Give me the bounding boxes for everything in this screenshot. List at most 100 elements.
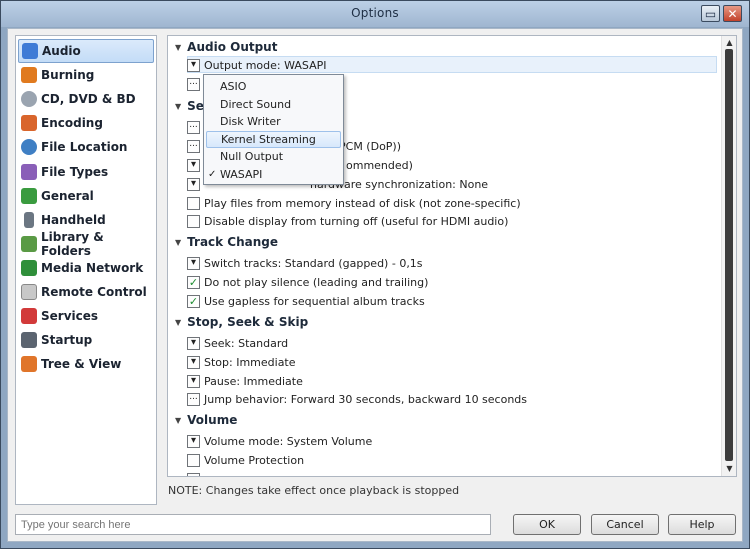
checkbox-unchecked-icon[interactable] <box>187 214 200 228</box>
menu-item-disk-writer[interactable]: Disk Writer <box>204 113 343 131</box>
row-label: Switch tracks: Standard (gapped) - 0,1s <box>204 256 423 270</box>
ellipsis-button-icon[interactable] <box>187 139 200 153</box>
section-title: Track Change <box>187 235 279 249</box>
sidebar-item-label: Media Network <box>41 260 144 275</box>
no-silence-row[interactable]: ✓ Do not play silence (leading and traili… <box>187 273 428 291</box>
checkbox-unchecked-icon[interactable] <box>187 472 200 476</box>
sidebar-item-tree-view[interactable]: Tree & View <box>18 352 154 376</box>
collapse-triangle-icon: ▼ <box>175 101 182 111</box>
tree-icon <box>21 356 37 373</box>
file-types-icon <box>21 163 37 180</box>
ellipsis-button-icon[interactable] <box>187 120 200 134</box>
library-icon <box>21 235 37 252</box>
checkbox-unchecked-icon[interactable] <box>187 453 200 467</box>
audio-icon <box>22 43 38 60</box>
remote-icon <box>21 283 37 300</box>
handheld-icon <box>24 211 34 228</box>
section-track-change[interactable]: ▼ Track Change <box>175 235 278 249</box>
maximize-button[interactable]: ▭ <box>701 5 720 22</box>
checkmark-icon: ✓ <box>208 168 217 180</box>
play-from-memory-row[interactable]: Play files from memory instead of disk (… <box>187 194 521 212</box>
checkbox-checked-icon[interactable]: ✓ <box>187 275 200 289</box>
dropdown-icon[interactable] <box>187 158 200 172</box>
output-mode-row[interactable]: Output mode: WASAPI <box>187 56 327 74</box>
sidebar-item-label: Services <box>41 309 99 324</box>
row-label: Volume mode: System Volume <box>204 434 373 448</box>
file-location-icon <box>21 139 37 156</box>
scroll-thumb[interactable] <box>725 49 733 461</box>
dropdown-icon[interactable] <box>187 177 200 191</box>
scroll-up-icon[interactable]: ▲ <box>724 37 735 48</box>
section-title: Se <box>187 99 204 113</box>
menu-item-label: Kernel Streaming <box>221 132 316 146</box>
checkbox-unchecked-icon[interactable] <box>187 196 200 210</box>
row-label: Seek: Standard <box>204 336 289 350</box>
menu-item-direct-sound[interactable]: Direct Sound <box>204 96 343 114</box>
collapse-triangle-icon: ▼ <box>175 415 182 425</box>
sidebar-item-file-location[interactable]: File Location <box>18 135 154 159</box>
sidebar-item-audio[interactable]: Audio <box>18 39 154 64</box>
ellipsis-button-icon[interactable] <box>187 392 200 406</box>
section-settings[interactable]: ▼ Se <box>175 99 204 113</box>
sidebar-item-file-types[interactable]: File Types <box>18 159 154 183</box>
volume-protection-row[interactable]: Volume Protection <box>187 451 304 469</box>
sidebar-item-encoding[interactable]: Encoding <box>18 111 154 135</box>
disable-display-row[interactable]: Disable display from turning off (useful… <box>187 212 508 230</box>
menu-item-wasapi[interactable]: ✓ WASAPI <box>204 166 343 184</box>
section-stop-seek-skip[interactable]: ▼ Stop, Seek & Skip <box>175 315 308 329</box>
section-audio-output[interactable]: ▼ Audio Output <box>175 40 277 54</box>
settings-row-1[interactable] <box>187 118 204 136</box>
menu-item-null-output[interactable]: Null Output <box>204 148 343 166</box>
search-input[interactable] <box>15 514 491 535</box>
checkbox-checked-icon[interactable]: ✓ <box>187 294 200 308</box>
menu-item-kernel-streaming[interactable]: Kernel Streaming <box>206 130 341 148</box>
dropdown-icon[interactable] <box>187 336 200 350</box>
dropdown-icon[interactable] <box>187 434 200 448</box>
switch-tracks-row[interactable]: Switch tracks: Standard (gapped) - 0,1s <box>187 254 423 272</box>
cancel-button[interactable]: Cancel <box>591 514 659 535</box>
close-button[interactable]: ✕ <box>723 5 742 22</box>
sidebar-item-library-folders[interactable]: Library & Folders <box>18 229 154 258</box>
stop-row[interactable]: Stop: Immediate <box>187 353 296 371</box>
ok-button[interactable]: OK <box>513 514 581 535</box>
sidebar-item-label: CD, DVD & BD <box>41 92 136 107</box>
output-settings-row[interactable] <box>187 75 204 93</box>
sidebar-item-cd-dvd-bd[interactable]: CD, DVD & BD <box>18 87 154 111</box>
menu-item-label: Disk Writer <box>220 115 281 129</box>
dropdown-icon[interactable] <box>187 256 200 270</box>
sidebar-item-label: Encoding <box>41 116 103 131</box>
sidebar-item-burning[interactable]: Burning <box>18 63 154 87</box>
vertical-scrollbar[interactable]: ▲ ▼ <box>721 36 736 476</box>
dropdown-icon[interactable] <box>187 58 200 72</box>
scroll-down-icon[interactable]: ▼ <box>724 463 735 474</box>
sidebar-item-services[interactable]: Services <box>18 304 154 328</box>
section-volume[interactable]: ▼ Volume <box>175 413 237 427</box>
section-title: Volume <box>187 413 238 427</box>
sidebar-item-media-network[interactable]: Media Network <box>18 256 154 280</box>
jump-behavior-row[interactable]: Jump behavior: Forward 30 seconds, backw… <box>187 390 527 408</box>
row-label: Play files from memory instead of disk (… <box>204 196 521 210</box>
ellipsis-button-icon[interactable] <box>187 77 200 91</box>
help-button[interactable]: Help <box>668 514 736 535</box>
encoding-icon <box>21 115 37 132</box>
dropdown-icon[interactable] <box>187 374 200 388</box>
disc-icon <box>21 91 37 108</box>
collapse-triangle-icon: ▼ <box>175 237 182 247</box>
sidebar-item-label: General <box>41 188 94 203</box>
title-bar[interactable]: Options ▭ ✕ <box>1 1 749 27</box>
sidebar-item-handheld[interactable]: Handheld <box>18 208 154 232</box>
volume-mode-row[interactable]: Volume mode: System Volume <box>187 432 372 450</box>
pause-row[interactable]: Pause: Immediate <box>187 372 303 390</box>
seek-row[interactable]: Seek: Standard <box>187 334 288 352</box>
menu-item-asio[interactable]: ASIO <box>204 78 343 96</box>
sidebar-item-remote-control[interactable]: Remote Control <box>18 280 154 304</box>
sidebar-item-general[interactable]: General <box>18 184 154 208</box>
row-label: PCM (DoP)) <box>339 139 402 153</box>
gapless-row[interactable]: ✓ Use gapless for sequential album tracks <box>187 292 425 310</box>
sidebar-item-label: File Location <box>41 140 128 155</box>
sidebar-item-label: Library & Folders <box>41 229 104 258</box>
row-label: Disable display from turning off (useful… <box>204 214 509 228</box>
sidebar-item-startup[interactable]: Startup <box>18 328 154 352</box>
row-label: Pause: Immediate <box>204 374 303 388</box>
dropdown-icon[interactable] <box>187 355 200 369</box>
